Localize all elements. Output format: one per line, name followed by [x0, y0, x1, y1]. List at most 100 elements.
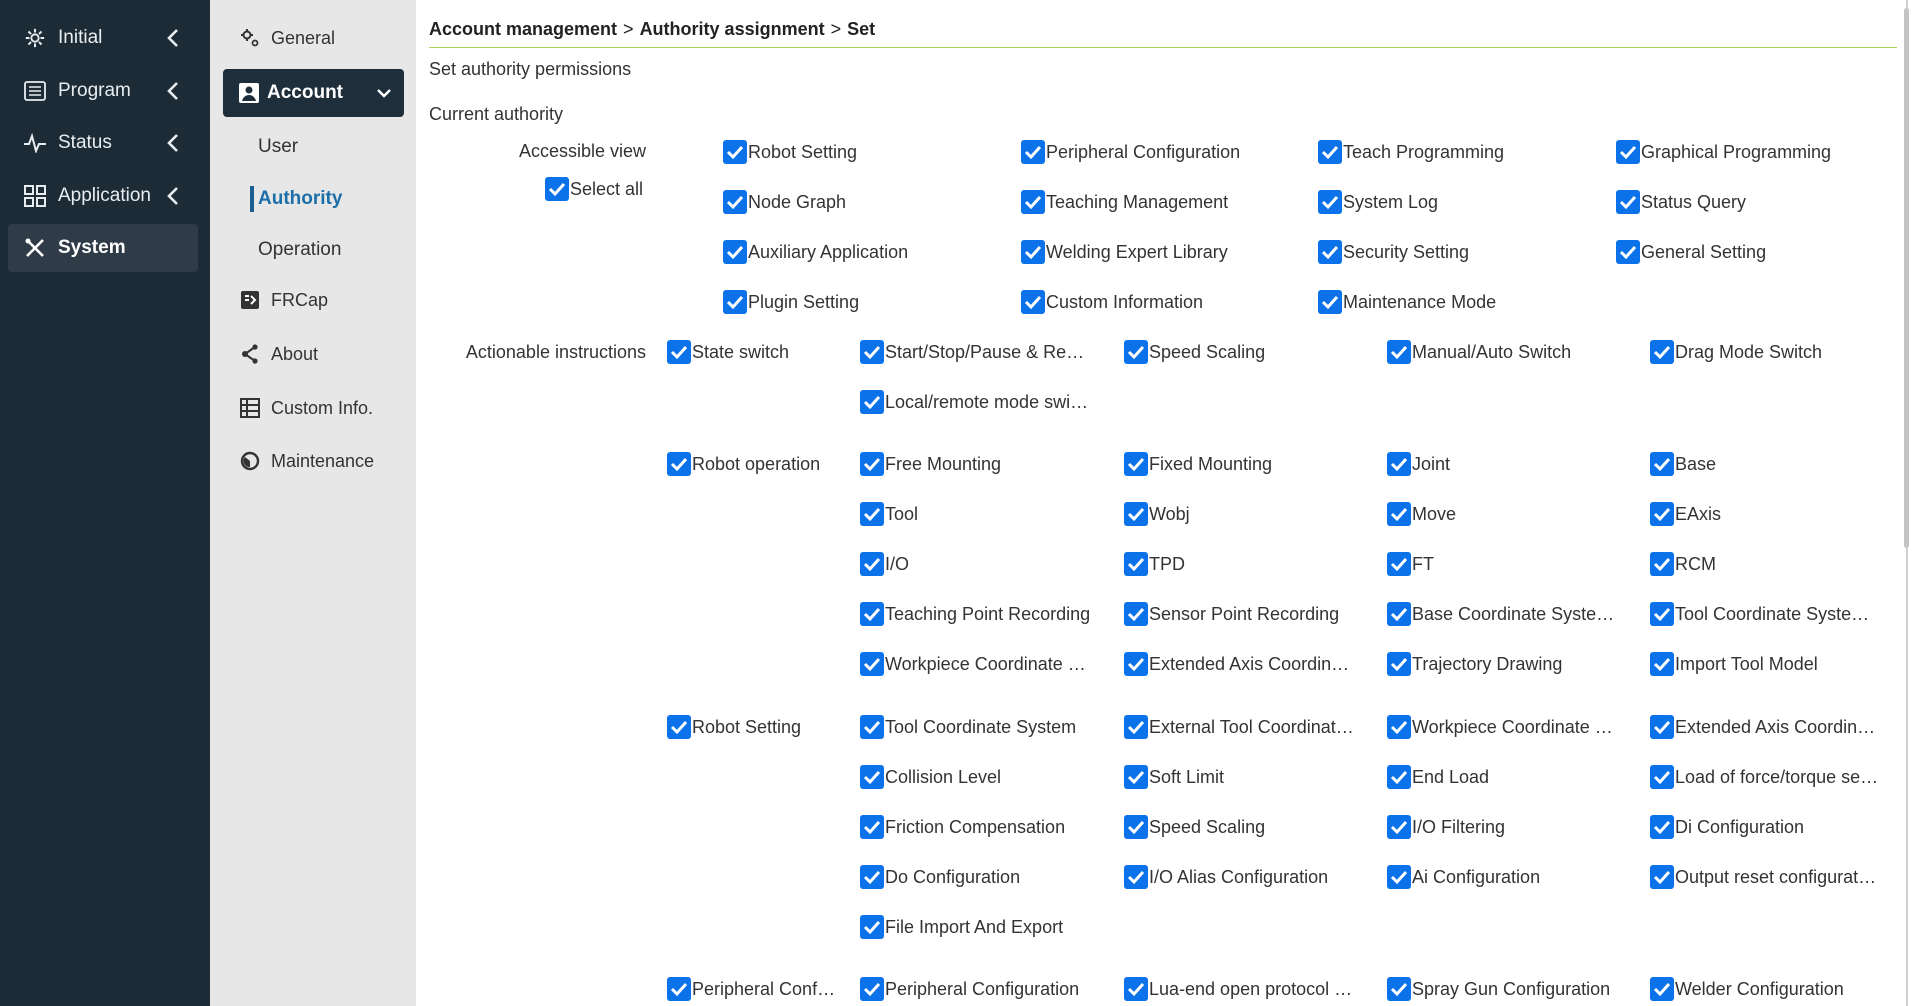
permission-checkbox[interactable]: I/O: [860, 549, 1092, 579]
permission-checkbox[interactable]: Local/remote mode swi…: [860, 387, 1092, 417]
subnav-maintenance[interactable]: Maintenance: [238, 441, 374, 481]
permission-checkbox[interactable]: Sensor Point Recording: [1124, 599, 1356, 629]
permission-checkbox[interactable]: Peripheral Configuration: [860, 974, 1092, 1004]
permission-checkbox[interactable]: Friction Compensation: [860, 812, 1092, 842]
permission-checkbox[interactable]: I/O Alias Configuration: [1124, 862, 1356, 892]
accessible-view-checkbox[interactable]: Security Setting: [1318, 237, 1598, 267]
sidebar-item-application[interactable]: Application: [8, 172, 198, 220]
permission-checkbox[interactable]: Base: [1650, 449, 1880, 479]
accessible-view-checkbox[interactable]: Graphical Programming: [1616, 137, 1896, 167]
group-checkbox-robot-operation[interactable]: Robot operation: [667, 449, 837, 479]
subnav-user[interactable]: User: [258, 129, 298, 165]
permission-checkbox[interactable]: Start/Stop/Pause & Re…: [860, 337, 1092, 367]
permission-checkbox[interactable]: FT: [1387, 549, 1619, 579]
permission-checkbox[interactable]: Speed Scaling: [1124, 337, 1356, 367]
permission-checkbox[interactable]: Move: [1387, 499, 1619, 529]
checkmark-icon: [1318, 140, 1342, 164]
accessible-view-checkbox[interactable]: System Log: [1318, 187, 1598, 217]
checkbox-label: Tool Coordinate System: [885, 716, 1077, 737]
permission-checkbox[interactable]: Base Coordinate Syste…: [1387, 599, 1619, 629]
breadcrumb-divider: [429, 47, 1897, 48]
permission-checkbox[interactable]: Soft Limit: [1124, 762, 1356, 792]
checkmark-icon: [860, 390, 884, 414]
subnav-authority[interactable]: Authority: [258, 181, 342, 217]
group-checkbox-robot-setting[interactable]: Robot Setting: [667, 712, 837, 742]
accessible-view-checkbox[interactable]: Teach Programming: [1318, 137, 1598, 167]
permission-checkbox[interactable]: Do Configuration: [860, 862, 1092, 892]
permission-checkbox[interactable]: Collision Level: [860, 762, 1092, 792]
permission-checkbox[interactable]: Lua-end open protocol …: [1124, 974, 1356, 1004]
permission-checkbox[interactable]: Load of force/torque se…: [1650, 762, 1880, 792]
permission-checkbox[interactable]: Tool: [860, 499, 1092, 529]
permission-checkbox[interactable]: Output reset configurati…: [1650, 862, 1880, 892]
accessible-view-checkbox[interactable]: Robot Setting: [723, 137, 1003, 167]
permission-checkbox[interactable]: Extended Axis Coordin…: [1124, 649, 1356, 679]
accessible-view-checkbox[interactable]: Teaching Management: [1021, 187, 1301, 217]
subnav-about[interactable]: About: [238, 334, 318, 374]
accessible-view-checkbox[interactable]: Maintenance Mode: [1318, 287, 1598, 317]
accessible-view-checkbox[interactable]: Custom Information: [1021, 287, 1301, 317]
breadcrumb-account-management[interactable]: Account management: [429, 19, 617, 40]
permission-checkbox[interactable]: I/O Filtering: [1387, 812, 1619, 842]
permission-checkbox[interactable]: Speed Scaling: [1124, 812, 1356, 842]
scrollbar-thumb[interactable]: [1904, 8, 1909, 548]
accessible-view-checkbox[interactable]: Plugin Setting: [723, 287, 1003, 317]
permission-checkbox[interactable]: Di Configuration: [1650, 812, 1880, 842]
permission-checkbox[interactable]: Workpiece Coordinate …: [860, 649, 1092, 679]
subnav-general[interactable]: General: [238, 18, 335, 58]
accessible-view-checkbox[interactable]: Welding Expert Library: [1021, 237, 1301, 267]
accessible-view-checkbox[interactable]: Auxiliary Application: [723, 237, 1003, 267]
accessible-view-checkbox[interactable]: General Setting: [1616, 237, 1896, 267]
subnav-frcap[interactable]: FRCap: [238, 280, 328, 320]
permission-checkbox[interactable]: File Import And Export: [860, 912, 1092, 942]
permission-checkbox[interactable]: Wobj: [1124, 499, 1356, 529]
subnav-custom-info[interactable]: Custom Info.: [238, 388, 373, 428]
checkmark-icon: [1387, 715, 1411, 739]
permission-checkbox[interactable]: Workpiece Coordinate …: [1387, 712, 1619, 742]
permission-checkbox[interactable]: RCM: [1650, 549, 1880, 579]
breadcrumb-authority-assignment[interactable]: Authority assignment: [640, 19, 825, 40]
permission-checkbox[interactable]: Ai Configuration: [1387, 862, 1619, 892]
permission-checkbox[interactable]: Drag Mode Switch: [1650, 337, 1880, 367]
permission-checkbox[interactable]: Extended Axis Coordin…: [1650, 712, 1880, 742]
subnav-operation[interactable]: Operation: [258, 232, 341, 268]
permission-checkbox[interactable]: Trajectory Drawing: [1387, 649, 1619, 679]
permission-checkbox[interactable]: End Load: [1387, 762, 1619, 792]
permission-checkbox[interactable]: EAxis: [1650, 499, 1880, 529]
sidebar-item-status[interactable]: Status: [8, 119, 198, 167]
gear-icon: [22, 25, 48, 51]
permission-checkbox[interactable]: Manual/Auto Switch: [1387, 337, 1619, 367]
permission-checkbox[interactable]: Free Mounting: [860, 449, 1092, 479]
sidebar-item-program[interactable]: Program: [8, 67, 198, 115]
checkmark-icon: [1318, 240, 1342, 264]
subnav-account[interactable]: Account: [223, 69, 404, 117]
breadcrumb: Account management > Authority assignmen…: [429, 15, 875, 43]
checkmark-icon: [1124, 452, 1148, 476]
checkbox-label: Local/remote mode swi…: [885, 391, 1089, 412]
checkbox-label: State switch: [692, 341, 790, 362]
permission-checkbox[interactable]: Welder Configuration: [1650, 974, 1880, 1004]
sidebar-item-system[interactable]: System: [8, 224, 198, 272]
permission-checkbox[interactable]: Import Tool Model: [1650, 649, 1880, 679]
chevron-left-icon: [162, 185, 184, 207]
permission-checkbox[interactable]: Tool Coordinate System: [860, 712, 1092, 742]
sidebar-item-initial[interactable]: Initial: [8, 14, 198, 62]
accessible-view-checkbox[interactable]: Node Graph: [723, 187, 1003, 217]
permission-checkbox[interactable]: Tool Coordinate Syste…: [1650, 599, 1880, 629]
permission-checkbox[interactable]: Fixed Mounting: [1124, 449, 1356, 479]
accessible-view-checkbox[interactable]: Peripheral Configuration: [1021, 137, 1301, 167]
share-icon: [238, 342, 262, 366]
group-checkbox-state-switch[interactable]: State switch: [667, 337, 837, 367]
checkmark-icon: [1387, 652, 1411, 676]
permission-checkbox[interactable]: Joint: [1387, 449, 1619, 479]
checkmark-icon: [667, 340, 691, 364]
permission-checkbox[interactable]: TPD: [1124, 549, 1356, 579]
permission-checkbox[interactable]: External Tool Coordinat…: [1124, 712, 1356, 742]
group-checkbox-peripheral[interactable]: Peripheral Confi…: [667, 974, 837, 1004]
permission-checkbox[interactable]: Teaching Point Recording: [860, 599, 1092, 629]
checkmark-icon: [860, 652, 884, 676]
pulse-icon: [22, 130, 48, 156]
permission-checkbox[interactable]: Spray Gun Configuration: [1387, 974, 1619, 1004]
accessible-view-checkbox[interactable]: Status Query: [1616, 187, 1896, 217]
select-all-checkbox[interactable]: Select all: [545, 174, 643, 204]
